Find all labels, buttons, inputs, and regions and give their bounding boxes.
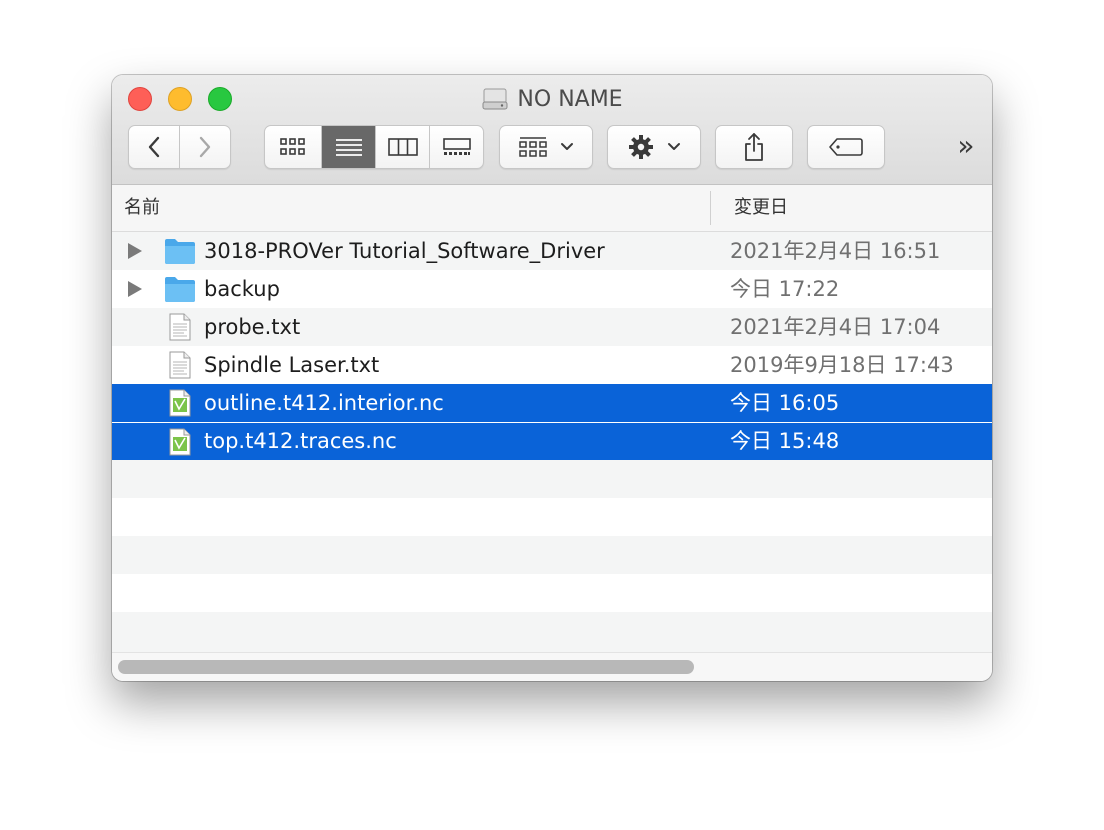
list-view-button[interactable] [322,126,376,168]
chevron-down-icon [668,143,680,150]
table-row[interactable]: backup 今日 17:22 [112,270,992,308]
group-icon [519,137,547,157]
file-date: 今日 16:05 [730,391,840,415]
gallery-view-icon [442,138,471,155]
empty-row [112,498,992,536]
file-name: Spindle Laser.txt [204,353,380,377]
column-header: 名前 変更日 [112,185,992,232]
nc-file-icon [169,389,191,417]
list-view-icon [335,139,362,156]
name-column-header[interactable]: 名前 [124,185,160,231]
table-row[interactable]: 3018-PROVer Tutorial_Software_Driver 202… [112,232,992,270]
file-name: outline.t412.interior.nc [204,391,444,415]
share-icon [745,133,763,161]
empty-row [112,612,992,652]
column-divider[interactable] [710,191,711,225]
text-document-icon [169,351,191,379]
file-date: 2021年2月4日 17:04 [730,315,941,339]
group-by-group [499,125,593,171]
date-column-header[interactable]: 変更日 [734,185,788,231]
finder-window: NO NAME » 名前 変更日 3018-PROVer Tutorial_So… [112,75,992,681]
group-by-button[interactable] [499,125,593,169]
empty-row [112,536,992,574]
action-group [607,125,701,171]
icon-view-icon [280,138,305,155]
table-row-selected[interactable]: top.t412.traces.nc 今日 15:48 [112,423,992,460]
text-document-icon [169,313,191,341]
share-button[interactable] [715,125,793,169]
disclosure-triangle-icon[interactable] [128,243,142,259]
overflow-group: » [948,125,984,171]
chevron-left-icon [148,136,159,158]
file-name: probe.txt [204,315,301,339]
gallery-view-button[interactable] [430,126,483,168]
file-date: 今日 17:22 [730,277,840,301]
back-forward-segment [128,125,231,169]
action-button[interactable] [607,125,701,169]
toolbar-overflow-button[interactable]: » [948,125,984,169]
file-date: 今日 15:48 [730,429,840,453]
window-title-text: NO NAME [517,86,623,112]
table-row[interactable]: Spindle Laser.txt 2019年9月18日 17:43 [112,346,992,384]
file-list: 3018-PROVer Tutorial_Software_Driver 202… [112,232,992,652]
table-row[interactable]: probe.txt 2021年2月4日 17:04 [112,308,992,346]
empty-row [112,574,992,612]
drive-icon [482,88,508,110]
view-mode-segment [264,125,484,169]
table-row-selected[interactable]: outline.t412.interior.nc 今日 16:05 [112,384,992,422]
nc-file-icon [169,428,191,456]
folder-icon [165,239,195,264]
icon-view-button[interactable] [265,126,322,168]
file-name: 3018-PROVer Tutorial_Software_Driver [204,239,605,263]
file-name: top.t412.traces.nc [204,429,397,453]
nav-buttons [128,125,231,171]
back-button[interactable] [129,126,180,168]
column-view-button[interactable] [376,126,430,168]
file-date: 2021年2月4日 16:51 [730,239,941,263]
column-view-icon [387,138,418,156]
view-mode-group [264,125,484,171]
share-group [715,125,793,171]
file-name: backup [204,277,280,301]
horizontal-scrollbar[interactable] [112,652,992,681]
empty-row [112,460,992,498]
window-title: NO NAME [112,83,992,115]
chevron-down-icon [561,143,573,150]
tags-button[interactable] [807,125,885,169]
tag-icon [829,138,863,156]
forward-button[interactable] [180,126,231,168]
file-date: 2019年9月18日 17:43 [730,353,954,377]
disclosure-triangle-icon[interactable] [128,281,142,297]
scrollbar-thumb[interactable] [118,660,694,674]
chevron-right-icon [199,136,210,158]
folder-icon [165,277,195,302]
title-bar: NO NAME » [112,75,992,185]
gear-icon [629,135,653,159]
tags-group [807,125,885,171]
